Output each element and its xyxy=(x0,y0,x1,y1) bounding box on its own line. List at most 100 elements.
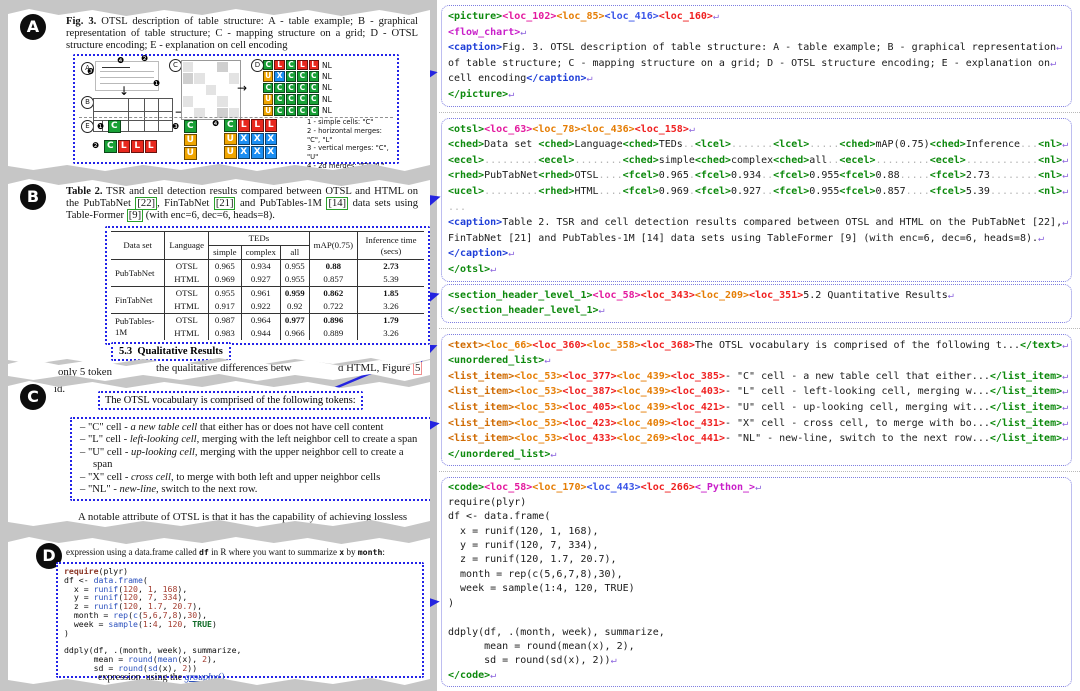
doctag-token: </list_item> xyxy=(990,433,1062,444)
document-panels: only 5 token the qualitative differences… xyxy=(0,0,437,691)
vocab-item: – "X" cell - cross cell, to merge with b… xyxy=(80,472,424,484)
doctags-line: </picture>↵ xyxy=(448,87,1065,103)
doctag-token: <loc_53> xyxy=(514,418,562,429)
vocab-item-pre: – "X" cell - xyxy=(80,472,131,483)
doctag-text: 0.955 xyxy=(809,170,839,181)
doctags-line: <ched>Data set <ched>Language<ched>TEDs.… xyxy=(448,137,1065,153)
value-cell: 0.955 xyxy=(209,287,241,301)
groupby-link[interactable]: groupby() xyxy=(185,672,225,683)
vocab-item: – "NL" - new-line, switch to the next ro… xyxy=(80,484,424,496)
doctag-text: ) xyxy=(448,598,454,609)
doctag-text: mean = round(mean(x), 2), xyxy=(448,641,635,652)
citation-link[interactable]: [21] xyxy=(214,197,236,210)
doctag-token: </section_header_level_1> xyxy=(448,305,599,316)
vocab-item-pre: – "L" cell - xyxy=(80,434,130,445)
return-mark: ↵ xyxy=(689,124,695,135)
doctags-block-picture: <picture><loc_102><loc_85><loc_416><loc_… xyxy=(441,5,1072,107)
grid-cell xyxy=(217,96,227,106)
doctag-token: <loc_358> xyxy=(586,340,640,351)
doctag-text: 0.955 xyxy=(809,186,839,197)
value-cell: 0.964 xyxy=(241,314,280,328)
section-5-3-header: 5.3 Qualitative Results xyxy=(111,342,231,361)
otsl-cell-C: C xyxy=(309,106,319,116)
doctag-token: <loc_441> xyxy=(671,433,725,444)
caption-text: (with enc=6, dec=6, heads=8). xyxy=(143,210,275,221)
table-header-cell: simple xyxy=(209,246,241,260)
doctags-line: ... xyxy=(448,200,1065,216)
otsl-cell-U: U xyxy=(263,94,273,104)
doctag-token: <loc_66> xyxy=(484,340,532,351)
doctag-token: <fcel> xyxy=(623,170,659,181)
table2-caption: Table 2. TSR and cell detection results … xyxy=(66,186,418,222)
doctag-text: - "NL" - new-line, switch to the next ro… xyxy=(725,433,990,444)
grid-cell xyxy=(183,62,193,72)
doctag-text: cell encoding xyxy=(448,73,526,84)
nl-label: NL xyxy=(322,72,332,81)
doctags-line: <unordered_list>↵ xyxy=(448,353,1065,369)
doctags-line: sd = round(sd(x), 2))↵ xyxy=(448,654,1065,668)
legend-line: 3 - vertical merges: "C", "U" xyxy=(307,144,397,162)
doctags-line: <caption>Fig. 3. OTSL description of tab… xyxy=(448,40,1065,56)
figure-ref-link[interactable]: 5 xyxy=(413,361,422,375)
doctag-token: <fcel> xyxy=(695,186,731,197)
doctags-line: ) xyxy=(448,597,1065,611)
value-cell: 0.934 xyxy=(241,260,280,274)
doctag-text: sd = round(sd(x), 2)) xyxy=(448,655,611,666)
otsl-cell-C: C xyxy=(274,94,284,104)
code-line: week = sample(1:4, 120, TRUE) xyxy=(64,620,416,629)
language-cell: HTML xyxy=(165,300,209,314)
otsl-grid-row: UCCCCNL xyxy=(263,106,332,116)
doctag-text: ..... xyxy=(900,170,930,181)
doctag-token: <loc_209> xyxy=(695,290,749,301)
doctag-text: 0.965 xyxy=(659,170,689,181)
number-badge: ❷ xyxy=(92,142,99,150)
citation-link[interactable]: [9] xyxy=(127,209,143,222)
vocab-item: – "U" cell - up-looking cell, merging wi… xyxy=(80,447,424,472)
doctag-text: ddply(df, .(month, week), summarize, xyxy=(448,627,665,638)
doctag-token: <loc_405> xyxy=(562,402,616,413)
partial-text-groupby: expression, using the groupby() xyxy=(98,672,224,683)
doctag-token: <loc_266> xyxy=(641,482,695,493)
doctag-token: <_Python_> xyxy=(695,482,755,493)
return-mark: ↵ xyxy=(1062,186,1068,197)
doctag-text: - "U" cell - up-looking cell, merging wi… xyxy=(725,402,990,413)
otsl-cell-X: X xyxy=(265,133,278,146)
vocab-item-pre: – "C" cell - xyxy=(80,422,130,433)
r-code-box: require(plyr)df <- data.frame( x = runif… xyxy=(56,562,424,678)
example-2d-merge: CLLLUXXXUXXX xyxy=(224,119,278,160)
doctag-token: <ched> xyxy=(448,139,484,150)
dataset-cell: PubTables-1M xyxy=(111,314,165,341)
value-cell: 0.955 xyxy=(280,273,309,287)
otsl-cell-C: C xyxy=(184,120,197,133)
table-header-cell: Data set xyxy=(111,232,165,260)
doctag-token: </picture> xyxy=(448,89,508,100)
table-header-cell: all xyxy=(280,246,309,260)
doctag-token: <text> xyxy=(448,340,484,351)
return-mark: ↵ xyxy=(508,248,514,259)
intro-text: expression using a data.frame called xyxy=(66,547,199,557)
doctag-text: ... xyxy=(448,202,466,213)
otsl-cell-C: C xyxy=(297,83,307,93)
panel-b-scrap: B Table 2. TSR and cell detection result… xyxy=(8,176,430,368)
block-separator xyxy=(439,471,1080,472)
otsl-cell-C: C xyxy=(108,120,121,133)
vocab-item-term: left-looking cell xyxy=(130,434,197,445)
vocab-token-list: – "C" cell - a new table cell that eithe… xyxy=(70,417,434,501)
doctag-text: OTSL xyxy=(574,170,598,181)
doctag-token: <code> xyxy=(448,482,484,493)
grid-cell xyxy=(217,85,227,95)
vocab-item-post: that either has or does not have cell co… xyxy=(197,422,383,433)
torn-text: expression, using the xyxy=(98,672,185,683)
vocab-item: – "C" cell - a new table cell that eithe… xyxy=(80,422,424,434)
doctags-line: x = runif(120, 1, 168), xyxy=(448,525,1065,539)
code-token: sample xyxy=(108,619,138,629)
return-mark: ↵ xyxy=(1062,139,1068,150)
citation-link[interactable]: [14] xyxy=(326,197,348,210)
otsl-cell-C: C xyxy=(286,60,296,70)
return-mark: ↵ xyxy=(1062,418,1068,429)
panel-a-scrap: A Fig. 3. OTSL description of table stru… xyxy=(8,6,430,174)
doctag-text: 5.2 Quantitative Results xyxy=(803,290,948,301)
doctag-token: <loc_78> xyxy=(532,124,580,135)
number-badge: ❹ xyxy=(212,120,219,128)
doctag-token: <loc_85> xyxy=(556,11,604,22)
